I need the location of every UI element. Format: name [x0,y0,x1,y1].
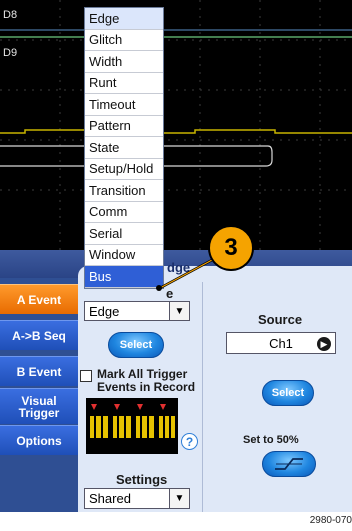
trigger-type-option-edge[interactable]: Edge [85,8,163,30]
tab-options[interactable]: Options [0,425,78,455]
trigger-marks-illustration-icon [86,398,178,454]
rising-edge-icon [275,458,303,470]
channel-label-d9: D9 [3,47,18,59]
trigger-type-option-runt[interactable]: Runt [85,73,163,94]
trigger-type-option-pattern[interactable]: Pattern [85,116,163,137]
source-select-button[interactable]: Select [262,380,314,406]
waveform-grid [0,0,352,250]
trigger-type-option-state[interactable]: State [85,137,163,159]
trigger-type-dropdown[interactable]: Edge ▼ [84,301,190,321]
tab-a-b-seq[interactable]: A->B Seq [0,320,78,350]
tab-visual-trigger[interactable]: Visual Trigger [0,388,78,424]
trace-bus [0,129,352,134]
step-callout-badge: 3 [208,225,254,271]
settings-label: Settings [116,472,168,487]
channel-label-d8: D8 [3,9,18,21]
trigger-type-value: Edge [89,303,120,319]
dropdown-arrow-icon: ▼ [169,489,189,508]
column-divider [202,282,203,512]
trigger-type-option-comm[interactable]: Comm [85,202,163,223]
trigger-type-option-width[interactable]: Width [85,51,163,73]
trigger-type-option-serial[interactable]: Serial [85,223,163,245]
settings-value: Shared [89,491,131,506]
set-to-50-label: Set to 50% [243,434,299,446]
figure-id: 2980-070 [309,515,352,526]
tab-b-event[interactable]: B Event [0,356,78,386]
mark-all-checkbox[interactable] [80,370,92,382]
dropdown-arrow-icon: ▼ [169,302,189,320]
source-field[interactable]: Ch1 ▶ [226,332,336,354]
trigger-type-list[interactable]: Edge Glitch Width Runt Timeout Pattern S… [84,7,164,289]
type-select-button[interactable]: Select [108,332,164,358]
set-to-50-button[interactable] [262,451,316,477]
mark-all-label-line2: Events in Record [97,380,196,394]
source-value: Ch1 [269,335,293,351]
settings-dropdown[interactable]: Shared ▼ [84,488,190,509]
trigger-type-option-transition[interactable]: Transition [85,180,163,202]
tab-a-event[interactable]: A Event [0,284,78,314]
waveform-display: D8 D9 [0,0,352,250]
trigger-type-option-timeout[interactable]: Timeout [85,94,163,116]
source-label: Source [258,312,303,327]
help-icon[interactable]: ? [181,433,198,450]
source-next-icon[interactable]: ▶ [317,337,331,351]
trigger-type-option-setup-hold[interactable]: Setup/Hold [85,159,163,180]
trigger-type-option-glitch[interactable]: Glitch [85,30,163,51]
